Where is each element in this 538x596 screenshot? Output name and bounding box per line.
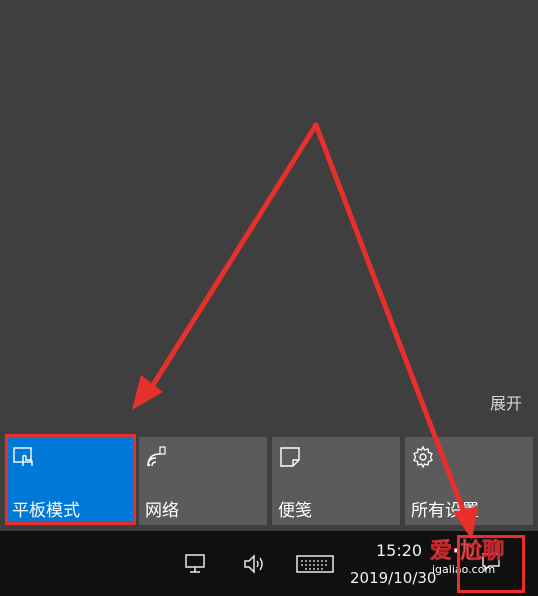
tile-label: 网络 — [145, 501, 179, 521]
watermark-url: igaliao.com — [432, 563, 496, 576]
tile-all-settings[interactable]: 所有设置 — [405, 437, 533, 525]
settings-gear-icon — [413, 445, 433, 469]
expand-link[interactable]: 展开 — [490, 390, 522, 414]
tile-tablet-mode[interactable]: 平板模式 — [6, 437, 134, 525]
tile-network[interactable]: 网络 — [139, 437, 267, 525]
network-icon — [147, 446, 166, 467]
tile-label: 平板模式 — [12, 501, 80, 521]
tile-label: 所有设置 — [411, 501, 479, 521]
network-monitor-icon[interactable] — [182, 553, 208, 575]
note-icon — [280, 447, 300, 467]
keyboard-icon[interactable] — [296, 554, 334, 574]
watermark-text: 爱·尬聊 — [430, 539, 505, 565]
watermark: 爱·尬聊 igaliao.com — [420, 533, 538, 581]
action-center-panel: 展开 平板模式 网络 便笺 所有设置 — [0, 0, 538, 531]
clock-time[interactable]: 15:20 — [376, 541, 422, 560]
tablet-mode-icon — [13, 447, 33, 466]
tile-label: 便笺 — [278, 501, 312, 521]
volume-icon[interactable] — [242, 553, 266, 575]
tile-note[interactable]: 便笺 — [272, 437, 400, 525]
